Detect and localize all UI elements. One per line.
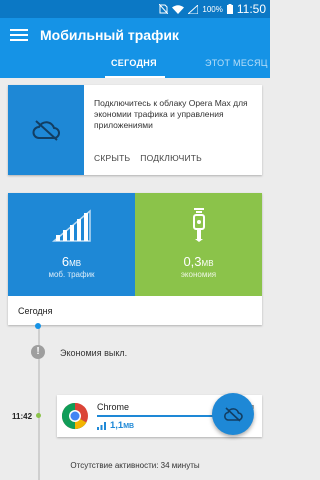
info-icon: !	[31, 345, 45, 359]
cloud-fab-button[interactable]	[212, 393, 254, 435]
page-title: Мобильный трафик	[40, 27, 179, 43]
cloud-off-icon	[32, 120, 60, 141]
entry-time: 11:42	[12, 412, 33, 421]
no-sim-icon	[159, 4, 169, 14]
signal-small-icon	[97, 421, 106, 430]
status-icons: 100% 11:50	[159, 2, 266, 16]
cloud-off-icon	[224, 406, 243, 422]
clock: 11:50	[236, 2, 266, 16]
usage-row: 1,1МВ	[97, 420, 134, 431]
inactivity-text: Отсутствие активности: 34 минуты	[70, 461, 200, 470]
timeline-start-dot	[35, 323, 41, 329]
battery-percent: 100%	[202, 4, 223, 14]
battery-icon	[226, 4, 233, 14]
timeline-entry-dot	[36, 413, 41, 418]
tab-this-month[interactable]: ЭТОТ МЕСЯЦ	[205, 58, 268, 68]
mobile-traffic-caption: моб. трафик	[48, 270, 95, 279]
usage-value: 1,1МВ	[110, 420, 135, 431]
tab-indicator	[105, 76, 165, 78]
app-name: Chrome	[97, 402, 130, 412]
mobile-traffic-value: 6МВ	[61, 254, 82, 269]
chrome-icon	[61, 402, 88, 430]
savings-caption: экономия	[180, 270, 217, 279]
promo-icon-box	[8, 85, 84, 175]
hide-button[interactable]: СКРЫТЬ	[94, 153, 130, 163]
menu-icon[interactable]	[10, 26, 28, 44]
signal-icon	[188, 4, 199, 14]
app-bar: Мобильный трафик СЕГОДНЯ ЭТОТ МЕСЯЦ	[0, 18, 270, 78]
status-bar: 100% 11:50	[0, 0, 270, 18]
compress-icon	[193, 208, 205, 242]
tab-today[interactable]: СЕГОДНЯ	[111, 58, 157, 68]
stats-card: 6МВ моб. трафик 0,3МВ экономия Сегодня	[8, 193, 262, 325]
period-label: Сегодня	[18, 306, 53, 316]
mobile-traffic-tile[interactable]: 6МВ моб. трафик	[8, 193, 135, 296]
promo-actions: СКРЫТЬ ПОДКЛЮЧИТЬ	[94, 153, 202, 163]
promo-text: Подключитесь к облаку Opera Max для экон…	[94, 98, 248, 130]
savings-value: 0,3МВ	[183, 254, 214, 269]
savings-tile[interactable]: 0,3МВ экономия	[135, 193, 262, 296]
connect-button[interactable]: ПОДКЛЮЧИТЬ	[140, 153, 202, 163]
savings-status: Экономия выкл.	[60, 348, 128, 358]
promo-card: Подключитесь к облаку Opera Max для экон…	[8, 85, 262, 175]
wifi-icon	[172, 4, 185, 14]
signal-strength-icon	[52, 209, 91, 242]
